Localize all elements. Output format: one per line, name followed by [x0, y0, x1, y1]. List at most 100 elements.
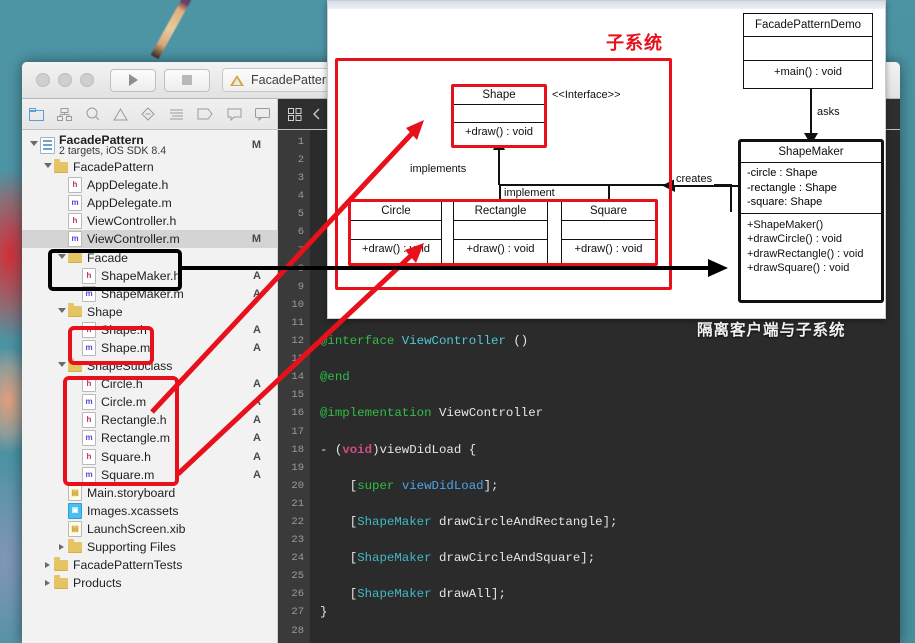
debug-icon[interactable] — [197, 108, 213, 120]
stop-button[interactable] — [164, 68, 210, 92]
generalization-stem — [498, 147, 500, 185]
navigator-row-launchscreen-xib[interactable]: ▤ LaunchScreen.xib — [22, 520, 277, 538]
code-line-22: [ShapeMaker drawCircleAndRectangle]; — [320, 514, 618, 529]
navigator-row-circle-h[interactable]: h Circle.h A — [22, 375, 277, 393]
zoom-button[interactable] — [80, 73, 94, 87]
warning-icon[interactable] — [113, 107, 128, 121]
uml-class-shape-name: Shape — [453, 86, 545, 105]
minimize-button[interactable] — [58, 73, 72, 87]
subsystem-label: 子系统 — [606, 33, 663, 54]
folder-icon — [67, 538, 83, 553]
wallpaper-pencil-object — [150, 0, 194, 60]
navigator-row-label: ViewController.h — [87, 214, 177, 229]
navigator-row-facade[interactable]: Facade — [22, 248, 277, 266]
navigator-row-label: Rectangle.m — [101, 431, 171, 446]
navigator-row-supporting-files[interactable]: Supporting Files — [22, 538, 277, 556]
uml-class-square-method-0: +draw() : void — [574, 243, 643, 255]
navigator-row-rectangle-m[interactable]: m Rectangle.m A — [22, 429, 277, 447]
navigator-row-shape-m[interactable]: m Shape.m A — [22, 339, 277, 357]
project-root-row[interactable]: FacadePattern 2 targets, iOS SDK 8.4 M — [22, 132, 277, 158]
isolation-caption: 隔离客户端与子系统 — [697, 321, 846, 339]
uml-class-facadepatterndemo-name: FacadePatternDemo — [744, 14, 872, 37]
disclosure-triangle-icon[interactable] — [56, 544, 67, 551]
navigator-row-shapesubclass[interactable]: ShapeSubclass — [22, 357, 277, 375]
project-navigator[interactable]: FacadePattern 2 targets, iOS SDK 8.4 M F… — [22, 130, 278, 643]
implementation-file-icon: m — [67, 231, 83, 248]
uml-class-square-name: Square — [562, 202, 655, 221]
issue-icon[interactable] — [141, 107, 156, 121]
navigator-row-shape[interactable]: Shape — [22, 303, 277, 321]
disclosure-triangle-icon[interactable] — [42, 163, 53, 171]
stop-icon — [182, 75, 192, 85]
navigator-row-shape-h[interactable]: h Shape.h A — [22, 321, 277, 339]
log-icon[interactable] — [255, 107, 271, 121]
header-file-icon: h — [81, 412, 97, 429]
implementation-file-icon: m — [81, 466, 97, 483]
line-number: 2 — [297, 154, 304, 167]
file-status-badge: A — [253, 450, 261, 463]
navigator-row-appdelegate-h[interactable]: h AppDelegate.h — [22, 176, 277, 194]
navigator-row-shapemaker-h[interactable]: h ShapeMaker.h A — [22, 267, 277, 285]
code-line-14: @end — [320, 370, 350, 385]
line-number-gutter: 1 2 3 4 5 6 7 8 9 10 11 12 13 14 15 16 17 18 19 20 21 22 23 24 2… — [278, 130, 310, 643]
navigator-row-viewcontroller-m[interactable]: m ViewController.m M — [22, 230, 277, 249]
navigator-row-label: Circle.h — [101, 377, 143, 392]
code-line-26: [ShapeMaker drawAll]; — [320, 587, 506, 602]
hierarchy-icon[interactable] — [57, 107, 73, 121]
close-button[interactable] — [36, 73, 50, 87]
navigator-row-products[interactable]: Products — [22, 574, 277, 592]
navigator-row-circle-m[interactable]: m Circle.m A — [22, 393, 277, 411]
line-number: 5 — [297, 208, 304, 221]
navigator-row-viewcontroller-h[interactable]: h ViewController.h — [22, 212, 277, 230]
window-traffic-lights[interactable] — [36, 73, 94, 87]
code-line-18: - (void)viewDidLoad { — [320, 442, 477, 457]
disclosure-triangle-icon[interactable] — [28, 141, 39, 149]
disclosure-triangle-icon[interactable] — [56, 362, 67, 370]
uml-class-facadepatterndemo: FacadePatternDemo +main() : void — [743, 13, 873, 89]
line-number: 21 — [291, 497, 304, 510]
code-line-27: } — [320, 605, 328, 620]
storyboard-file-icon: ▤ — [67, 520, 83, 537]
disclosure-triangle-icon[interactable] — [56, 307, 67, 316]
uml-class-shape: Shape +draw() : void — [452, 85, 546, 147]
implementation-file-icon: m — [81, 394, 97, 411]
uml-top-strip — [328, 1, 885, 9]
navigator-row-main-storyboard[interactable]: ▤ Main.storyboard — [22, 484, 277, 502]
disclosure-triangle-icon[interactable] — [56, 253, 67, 262]
line-number: 19 — [291, 461, 304, 474]
interface-stereotype-label: <<Interface>> — [550, 89, 623, 101]
assistant-editor-icon[interactable] — [288, 107, 302, 121]
navigator-row-square-m[interactable]: m Square.m A — [22, 466, 277, 484]
line-number: 6 — [297, 226, 304, 239]
navigator-row-facadepattern[interactable]: FacadePattern — [22, 158, 277, 176]
navigator-row-label: ShapeSubclass — [87, 359, 173, 374]
navigator-row-label: Shape — [87, 304, 123, 319]
disclosure-triangle-icon[interactable] — [42, 562, 53, 569]
project-subtitle: 2 targets, iOS SDK 8.4 — [59, 144, 167, 157]
breakpoint-icon[interactable] — [227, 108, 242, 121]
line-number: 9 — [297, 280, 304, 293]
file-status-badge: A — [253, 414, 261, 427]
line-number: 4 — [297, 190, 304, 203]
run-button[interactable] — [110, 68, 156, 92]
chevron-left-icon[interactable] — [312, 108, 321, 120]
navigator-row-facadepatterntests[interactable]: FacadePatternTests — [22, 556, 277, 574]
navigator-row-appdelegate-m[interactable]: m AppDelegate.m — [22, 194, 277, 212]
line-number: 3 — [297, 172, 304, 185]
navigator-row-label: Shape.h — [101, 322, 147, 337]
navigator-row-square-h[interactable]: h Square.h A — [22, 448, 277, 466]
search-icon[interactable] — [86, 107, 100, 121]
test-icon[interactable] — [169, 108, 184, 121]
uml-class-shapemaker-attr-0: -circle : Shape — [747, 167, 818, 179]
navigator-row-rectangle-h[interactable]: h Rectangle.h A — [22, 411, 277, 429]
uml-class-rectangle: Rectangle +draw() : void — [453, 201, 548, 264]
disclosure-triangle-icon[interactable] — [42, 580, 53, 587]
navigator-row-shapemaker-m[interactable]: m ShapeMaker.m A — [22, 285, 277, 303]
navigator-row-images-xcassets[interactable]: ▣ Images.xcassets — [22, 502, 277, 520]
play-icon — [128, 74, 138, 86]
folder-icon[interactable] — [28, 107, 44, 121]
storyboard-file-icon: ▤ — [67, 484, 83, 501]
uml-class-circle-method-0: +draw() : void — [361, 243, 431, 255]
